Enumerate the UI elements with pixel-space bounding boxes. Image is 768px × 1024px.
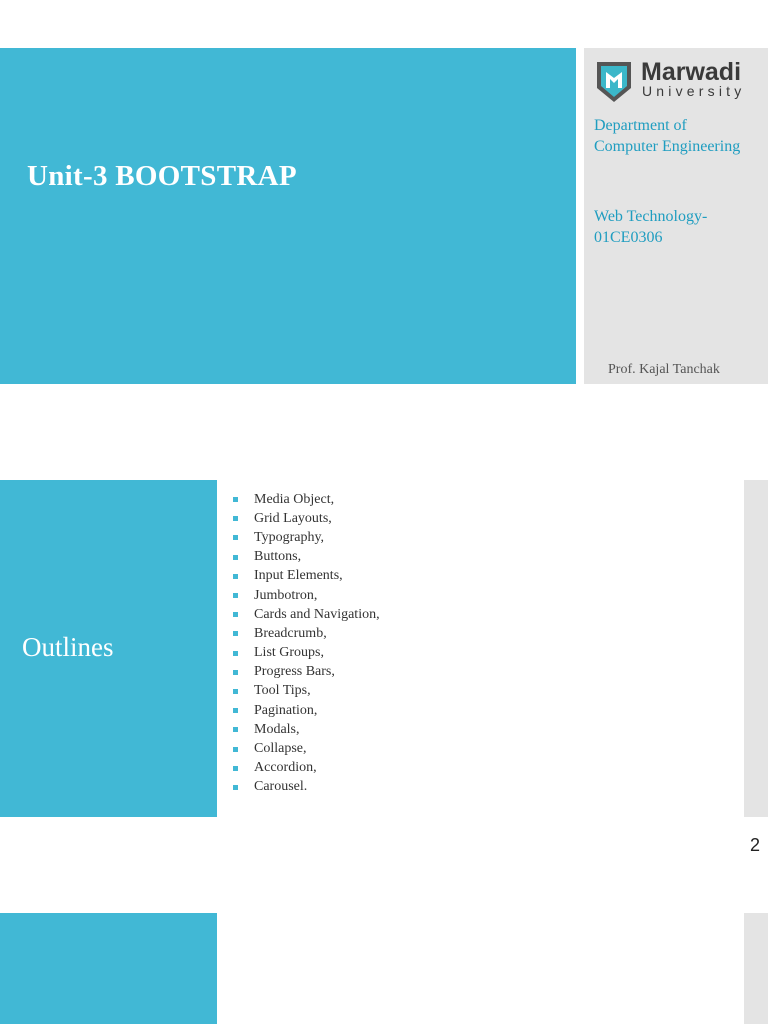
university-logo: Marwadi University — [595, 58, 765, 104]
course: Web Technology- 01CE0306 — [594, 206, 707, 248]
bullet-icon — [233, 746, 238, 752]
bullet-icon — [233, 631, 238, 637]
outline-item-label: List Groups, — [254, 645, 324, 661]
bullet-icon — [233, 784, 238, 790]
bullet-icon — [233, 612, 238, 618]
outline-item-label: Input Elements, — [254, 568, 343, 584]
outline-item: Breadcrumb, — [233, 624, 380, 643]
outline-item-label: Modals, — [254, 721, 300, 737]
outline-item: List Groups, — [233, 644, 380, 663]
bullet-icon — [233, 554, 238, 560]
outline-item-label: Cards and Navigation, — [254, 606, 380, 622]
outline-item: Grid Layouts, — [233, 509, 380, 528]
bullet-icon — [233, 708, 238, 714]
outline-list: Media Object, Grid Layouts, Typography, But… — [233, 490, 380, 797]
outline-item: Media Object, — [233, 490, 380, 509]
outline-item-label: Grid Layouts, — [254, 510, 332, 526]
bullet-icon — [233, 765, 238, 771]
department: Department of Computer Engineering — [594, 115, 740, 157]
outline-item-label: Typography, — [254, 529, 325, 545]
outline-item: Progress Bars, — [233, 663, 380, 682]
outline-item: Typography, — [233, 528, 380, 547]
bullet-icon — [233, 650, 238, 656]
outline-item-label: Progress Bars, — [254, 664, 335, 680]
outline-item: Accordion, — [233, 759, 380, 778]
bullet-icon — [233, 688, 238, 694]
outline-item: Cards and Navigation, — [233, 605, 380, 624]
outline-item-label: Carousel. — [254, 779, 308, 795]
outline-item: Modals, — [233, 720, 380, 739]
slide1-title-panel — [0, 48, 576, 384]
bullet-icon — [233, 516, 238, 522]
outline-item: Input Elements, — [233, 567, 380, 586]
slide-title: Unit-3 BOOTSTRAP — [27, 160, 297, 192]
outline-item-label: Collapse, — [254, 741, 307, 757]
logo-sub: University — [642, 83, 746, 99]
outline-item: Tool Tips, — [233, 682, 380, 701]
bullet-icon — [233, 573, 238, 579]
course-line: Web Technology- — [594, 208, 708, 225]
slide3-right-strip — [744, 913, 768, 1024]
bullet-icon — [233, 669, 238, 675]
outline-item-label: Breadcrumb, — [254, 625, 327, 641]
department-line: Department of — [594, 117, 687, 134]
outline-item-label: Buttons, — [254, 549, 302, 565]
slide3-side-panel — [0, 913, 217, 1024]
professor-name: Prof. Kajal Tanchak — [608, 362, 720, 377]
shield-icon — [597, 62, 631, 102]
bullet-icon — [233, 535, 238, 541]
bullet-icon — [233, 497, 238, 503]
course-line: 01CE0306 — [594, 229, 663, 246]
outline-item: Collapse, — [233, 739, 380, 758]
page-number: 2 — [750, 835, 761, 855]
bullet-icon — [233, 727, 238, 733]
outline-item: Carousel. — [233, 778, 380, 797]
outline-item: Buttons, — [233, 548, 380, 567]
outline-item: Jumbotron, — [233, 586, 380, 605]
outlines-heading: Outlines — [22, 632, 114, 662]
department-line: Computer Engineering — [594, 138, 741, 155]
bullet-icon — [233, 593, 238, 599]
outline-item-label: Pagination, — [254, 702, 318, 718]
outline-item-label: Tool Tips, — [254, 683, 311, 699]
slide2-right-strip — [744, 480, 768, 817]
outline-item-label: Media Object, — [254, 491, 335, 507]
outline-item-label: Jumbotron, — [254, 587, 318, 603]
outline-item-label: Accordion, — [254, 760, 317, 776]
outline-item: Pagination, — [233, 701, 380, 720]
